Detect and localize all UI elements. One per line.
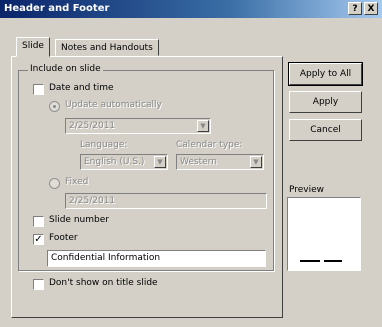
tab-slide[interactable]: Slide [16, 37, 50, 57]
chevron-down-icon: ▼ [154, 156, 166, 168]
update-auto-radio[interactable] [49, 101, 60, 112]
fixed-date-value: 2/25/2011 [69, 196, 116, 206]
update-auto-date-select[interactable]: 2/25/2011 ▼ [65, 118, 211, 134]
language-value: English (U.S.) [84, 157, 145, 167]
preview-box [287, 197, 361, 271]
update-auto-label: Update automatically [65, 100, 162, 110]
help-button[interactable]: ? [348, 2, 362, 15]
apply-to-all-button[interactable]: Apply to All [288, 62, 363, 86]
update-auto-date-value: 2/25/2011 [69, 121, 116, 131]
chevron-down-icon: ▼ [197, 120, 209, 132]
language-select[interactable]: English (U.S.) ▼ [80, 154, 168, 170]
fixed-radio[interactable] [49, 178, 60, 189]
footer-checkbox[interactable]: ✓ [33, 234, 44, 245]
preview-footer-marker [300, 260, 320, 262]
slide-number-checkbox[interactable] [33, 216, 44, 227]
tab-notes-handouts[interactable]: Notes and Handouts [55, 39, 159, 56]
dont-show-title-label: Don't show on title slide [49, 278, 158, 288]
fixed-label: Fixed [65, 177, 89, 187]
cancel-button[interactable]: Cancel [289, 119, 362, 141]
calendar-label: Calendar type: [176, 140, 243, 150]
preview-label: Preview [289, 185, 325, 195]
footer-text-value: Confidential Information [51, 253, 161, 263]
close-button[interactable]: X [364, 2, 378, 15]
calendar-select[interactable]: Western ▼ [176, 154, 264, 170]
check-icon: ✓ [34, 234, 43, 245]
date-time-label: Date and time [49, 83, 114, 93]
language-label: Language: [80, 140, 128, 150]
chevron-down-icon: ▼ [250, 156, 262, 168]
tab-slide-label: Slide [22, 41, 44, 51]
tab-notes-handouts-label: Notes and Handouts [61, 43, 153, 53]
date-time-checkbox[interactable] [33, 84, 44, 95]
dont-show-title-checkbox[interactable] [33, 279, 44, 290]
preview-number-marker [324, 260, 342, 262]
slide-number-label: Slide number [49, 215, 109, 225]
include-legend: Include on slide [28, 64, 103, 74]
window-title: Header and Footer [4, 3, 110, 14]
title-bar: Header and Footer ? X [0, 0, 382, 18]
fixed-date-input[interactable]: 2/25/2011 [65, 193, 267, 209]
footer-label: Footer [49, 233, 78, 243]
calendar-value: Western [180, 157, 217, 167]
footer-text-input[interactable]: Confidential Information [47, 250, 266, 267]
apply-button[interactable]: Apply [289, 91, 362, 113]
